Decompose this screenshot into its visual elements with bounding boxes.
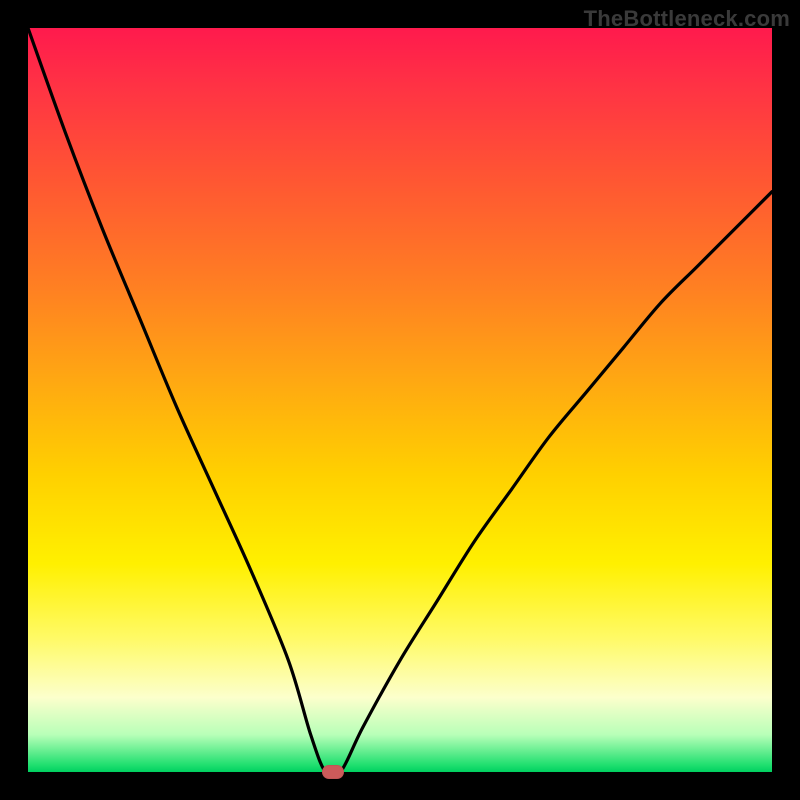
watermark-text: TheBottleneck.com bbox=[584, 6, 790, 32]
chart-frame: TheBottleneck.com bbox=[0, 0, 800, 800]
plot-area bbox=[28, 28, 772, 772]
bottleneck-curve bbox=[28, 28, 772, 772]
optimum-marker bbox=[322, 765, 344, 779]
